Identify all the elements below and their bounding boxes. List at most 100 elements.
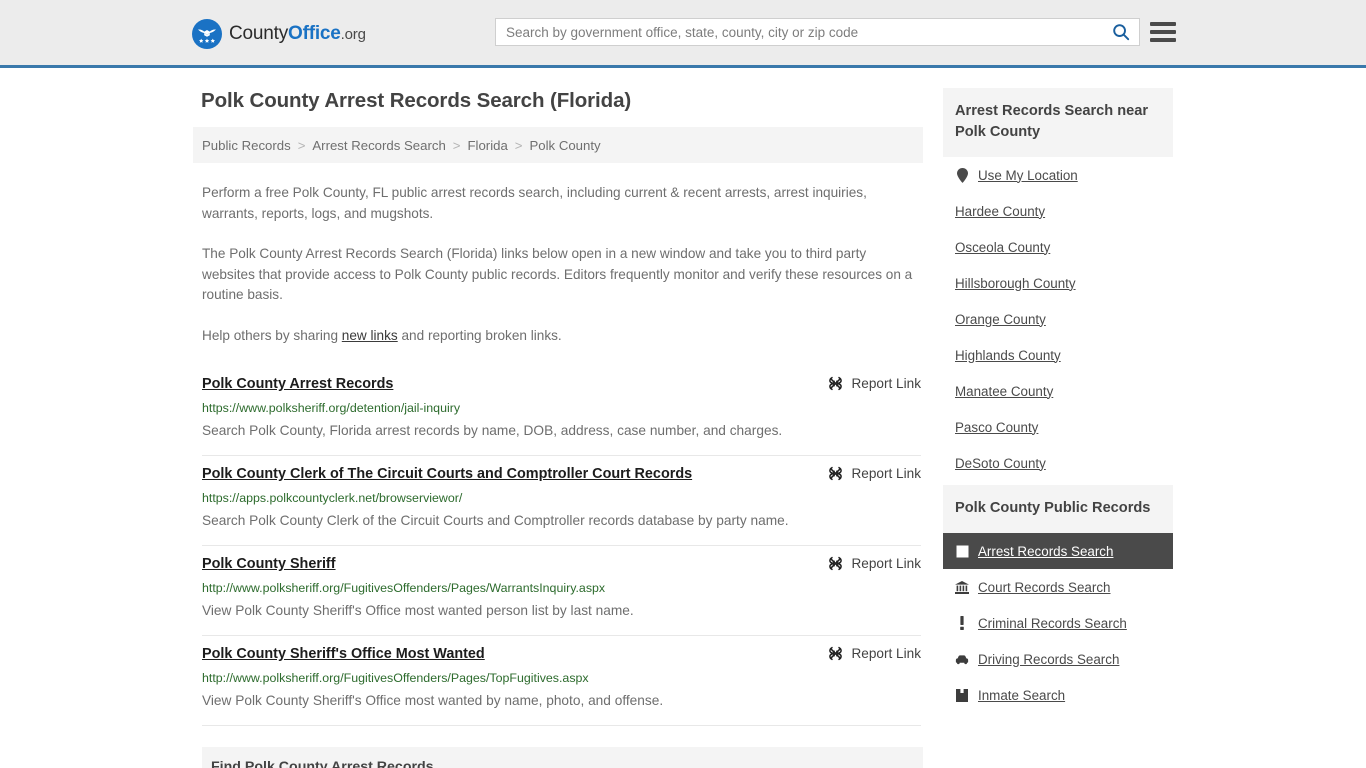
sidebar-link-court-records-search[interactable]: Court Records Search <box>978 580 1110 595</box>
breadcrumb-item-public-records[interactable]: Public Records <box>202 138 291 153</box>
sidebar: Arrest Records Search near Polk County U… <box>943 68 1173 768</box>
broken-link-icon <box>829 646 843 661</box>
logo-text: CountyOffice.org <box>229 23 366 45</box>
result-header: Polk County Sheriff's Office Most Wanted… <box>202 644 921 664</box>
result-title-link[interactable]: Polk County Clerk of The Circuit Courts … <box>202 464 706 484</box>
sidebar-item-inmate-search[interactable]: Inmate Search <box>943 677 1173 713</box>
result-url: https://apps.polkcountyclerk.net/browser… <box>202 491 463 505</box>
results-list: Polk County Arrest Records Report Link h… <box>193 364 923 726</box>
breadcrumb-item-polk-county[interactable]: Polk County <box>530 138 601 153</box>
breadcrumb-separator: > <box>452 137 461 153</box>
report-link-button[interactable]: Report Link <box>827 554 921 572</box>
intro-section: Perform a free Polk County, FL public ar… <box>193 183 923 346</box>
report-link-button[interactable]: Report Link <box>827 464 921 482</box>
sidebar-link-use-my-location[interactable]: Use My Location <box>978 168 1078 183</box>
id-card-icon <box>955 545 969 558</box>
sidebar-item-use-my-location[interactable]: Use My Location <box>943 157 1173 193</box>
result-url: http://www.polksheriff.org/FugitivesOffe… <box>202 581 606 595</box>
page-title: Polk County Arrest Records Search (Flori… <box>201 89 632 112</box>
result-description: View Polk County Sheriff's Office most w… <box>202 693 664 708</box>
result-header: Polk County Sheriff Report Link <box>202 554 921 574</box>
main-column: Polk County Arrest Records Search (Flori… <box>193 68 923 768</box>
search-bar[interactable] <box>495 18 1140 46</box>
sidebar-link-hardee-county[interactable]: Hardee County <box>955 204 1045 219</box>
search-button[interactable] <box>1103 19 1139 45</box>
sidebar-link-inmate-search[interactable]: Inmate Search <box>978 688 1065 703</box>
public-records-panel-heading: Polk County Public Records <box>943 485 1173 533</box>
site-logo[interactable]: CountyOffice.org <box>192 19 366 49</box>
result-description: View Polk County Sheriff's Office most w… <box>202 603 634 618</box>
breadcrumb: Public Records > Arrest Records Search >… <box>193 127 923 163</box>
eagle-seal-icon <box>192 19 222 49</box>
broken-link-icon <box>829 556 843 571</box>
sidebar-link-highlands-county[interactable]: Highlands County <box>955 348 1061 363</box>
intro-paragraph-2: The Polk County Arrest Records Search (F… <box>202 246 913 302</box>
logo-text-office: Office <box>288 23 341 44</box>
hamburger-bar <box>1150 38 1176 42</box>
nearby-list: Use My Location Hardee County Osceola Co… <box>943 157 1173 481</box>
find-records-section-header: Find Polk County Arrest Records <box>202 747 923 768</box>
breadcrumb-item-arrest-records-search[interactable]: Arrest Records Search <box>312 138 445 153</box>
sidebar-link-desoto-county[interactable]: DeSoto County <box>955 456 1046 471</box>
result-title-link[interactable]: Polk County Sheriff's Office Most Wanted <box>202 644 499 664</box>
sidebar-link-manatee-county[interactable]: Manatee County <box>955 384 1053 399</box>
sidebar-link-pasco-county[interactable]: Pasco County <box>955 420 1038 435</box>
result-url: https://www.polksheriff.org/detention/ja… <box>202 401 461 415</box>
site-header: CountyOffice.org <box>0 0 1366 68</box>
sidebar-item-manatee-county[interactable]: Manatee County <box>943 373 1173 409</box>
hamburger-menu-button[interactable] <box>1150 19 1176 45</box>
sidebar-item-highlands-county[interactable]: Highlands County <box>943 337 1173 373</box>
result-item: Polk County Sheriff Report Link http://w… <box>202 546 921 636</box>
sidebar-item-hardee-county[interactable]: Hardee County <box>943 193 1173 229</box>
report-link-label: Report Link <box>851 376 921 391</box>
result-description: Search Polk County Clerk of the Circuit … <box>202 513 789 528</box>
intro-paragraph-1: Perform a free Polk County, FL public ar… <box>202 185 867 221</box>
result-url: http://www.polksheriff.org/FugitivesOffe… <box>202 671 589 685</box>
nearby-panel-heading: Arrest Records Search near Polk County <box>943 88 1173 157</box>
sidebar-link-osceola-county[interactable]: Osceola County <box>955 240 1050 255</box>
sidebar-item-pasco-county[interactable]: Pasco County <box>943 409 1173 445</box>
sidebar-link-driving-records-search[interactable]: Driving Records Search <box>978 652 1119 667</box>
report-link-label: Report Link <box>851 466 921 481</box>
sidebar-link-hillsborough-county[interactable]: Hillsborough County <box>955 276 1076 291</box>
help-suffix: and reporting broken links. <box>397 327 562 343</box>
sidebar-item-hillsborough-county[interactable]: Hillsborough County <box>943 265 1173 301</box>
sidebar-item-orange-county[interactable]: Orange County <box>943 301 1173 337</box>
sidebar-item-osceola-county[interactable]: Osceola County <box>943 229 1173 265</box>
breadcrumb-separator: > <box>514 137 523 153</box>
inmate-icon <box>955 688 969 702</box>
sidebar-item-driving-records-search[interactable]: Driving Records Search <box>943 641 1173 677</box>
sidebar-item-court-records-search[interactable]: Court Records Search <box>943 569 1173 605</box>
hamburger-bar <box>1150 22 1176 26</box>
breadcrumb-item-florida[interactable]: Florida <box>467 138 507 153</box>
result-title-link[interactable]: Polk County Sheriff <box>202 554 350 574</box>
exclamation-icon <box>955 616 969 630</box>
report-link-button[interactable]: Report Link <box>827 374 921 392</box>
report-link-label: Report Link <box>851 646 921 661</box>
sidebar-link-arrest-records-search[interactable]: Arrest Records Search <box>978 544 1113 559</box>
sidebar-item-criminal-records-search[interactable]: Criminal Records Search <box>943 605 1173 641</box>
report-link-label: Report Link <box>851 556 921 571</box>
sidebar-item-arrest-records-search[interactable]: Arrest Records Search <box>943 533 1173 569</box>
result-item: Polk County Arrest Records Report Link h… <box>202 364 921 456</box>
report-link-button[interactable]: Report Link <box>827 644 921 662</box>
map-pin-icon <box>955 167 969 183</box>
public-records-list: Arrest Records Search Court Records Sear… <box>943 533 1173 713</box>
breadcrumb-separator: > <box>297 137 306 153</box>
result-header: Polk County Clerk of The Circuit Courts … <box>202 464 921 484</box>
result-header: Polk County Arrest Records Report Link <box>202 374 921 394</box>
help-prefix: Help others by sharing <box>202 327 342 343</box>
car-icon <box>955 654 969 665</box>
public-records-panel: Polk County Public Records Arrest Record… <box>943 485 1173 713</box>
courthouse-icon <box>955 580 969 594</box>
page-body: Polk County Arrest Records Search (Flori… <box>0 68 1366 768</box>
help-paragraph: Help others by sharing new links and rep… <box>202 326 913 347</box>
search-icon <box>1113 24 1130 41</box>
result-title-link[interactable]: Polk County Arrest Records <box>202 374 407 394</box>
new-links-link[interactable]: new links <box>342 328 398 343</box>
broken-link-icon <box>829 376 843 391</box>
sidebar-item-desoto-county[interactable]: DeSoto County <box>943 445 1173 481</box>
search-input[interactable] <box>496 19 1103 45</box>
sidebar-link-orange-county[interactable]: Orange County <box>955 312 1046 327</box>
sidebar-link-criminal-records-search[interactable]: Criminal Records Search <box>978 616 1127 631</box>
